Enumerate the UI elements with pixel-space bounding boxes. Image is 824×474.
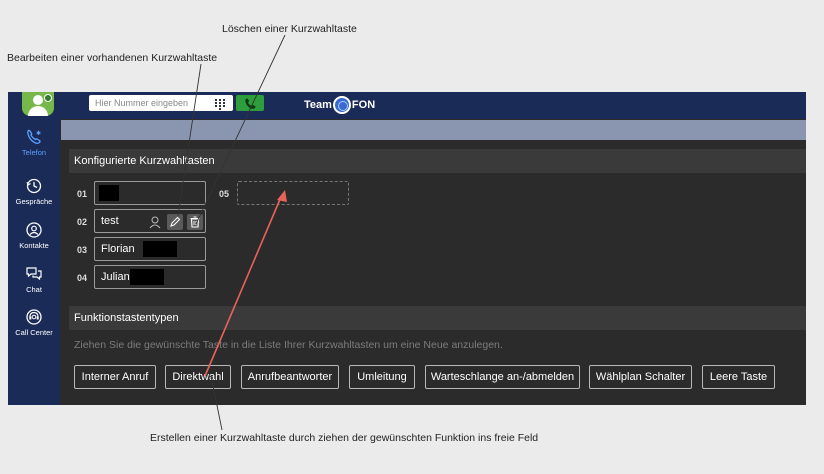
trash-icon[interactable] <box>187 214 203 230</box>
teamfon-app: Team FON ✱ Telefon Gespräche Kontakte <box>8 92 806 405</box>
globe-icon <box>332 96 351 114</box>
speed-dial-key-label: Julian <box>101 271 130 283</box>
function-button-direktwahl[interactable]: Direktwahl <box>165 365 231 389</box>
function-button-umleitung[interactable]: Umleitung <box>349 365 415 389</box>
contacts-icon <box>26 222 42 238</box>
function-button-warteschlange[interactable]: Warteschlange an-/abmelden <box>425 365 580 389</box>
slot-number: 01 <box>77 189 88 199</box>
speed-dial-key-03[interactable]: Florian <box>94 237 206 261</box>
speed-dial-key-label: test <box>101 215 119 227</box>
speed-dial-key-label: Florian <box>101 243 135 255</box>
header-strip <box>61 120 806 140</box>
sidebar-item-label: Telefon <box>21 148 47 157</box>
search-box <box>89 95 233 111</box>
sidebar-item-telefon[interactable]: ✱ Telefon <box>8 128 60 157</box>
function-types-hint: Ziehen Sie die gewünschte Taste in die L… <box>74 339 503 351</box>
slot-number: 02 <box>77 217 88 227</box>
function-button-waehlplan-schalter[interactable]: Wählplan Schalter <box>589 365 692 389</box>
annotation-delete: Löschen einer Kurzwahltaste <box>222 23 357 35</box>
edit-icon[interactable] <box>167 214 183 230</box>
function-types-header: Funktionstastentypen <box>69 306 806 330</box>
sidebar-item-label: Gespräche <box>15 197 53 206</box>
sidebar-item-label: Call Center <box>15 328 53 337</box>
user-avatar[interactable] <box>22 92 54 116</box>
phone-icon: ✱ <box>27 129 41 144</box>
speed-dial-key-04[interactable]: Julian <box>94 265 206 289</box>
sidebar-item-call-center[interactable]: Call Center <box>8 308 60 337</box>
sidebar-item-label: Kontakte <box>19 241 49 250</box>
svg-text:✱: ✱ <box>36 130 41 137</box>
redacted-label <box>99 185 119 201</box>
speed-dial-key-01[interactable] <box>94 181 206 205</box>
annotation-create: Erstellen einer Kurzwahltaste durch zieh… <box>150 432 539 444</box>
phone-icon <box>245 98 256 109</box>
search-input[interactable] <box>89 96 201 110</box>
chat-icon <box>26 267 42 281</box>
slot-number: 04 <box>77 273 88 283</box>
function-button-anrufbeantworter[interactable]: Anrufbeantworter <box>241 365 339 389</box>
dialpad-icon[interactable] <box>215 97 227 115</box>
redacted-label <box>130 269 164 285</box>
speed-dial-key-02[interactable]: test <box>94 209 206 233</box>
redacted-label <box>143 241 177 257</box>
sidebar-item-chat[interactable]: Chat <box>8 265 60 294</box>
function-button-leere-taste[interactable]: Leere Taste <box>702 365 775 389</box>
call-button[interactable] <box>236 95 264 111</box>
history-icon <box>26 178 42 194</box>
sidebar-item-kontakte[interactable]: Kontakte <box>8 221 60 250</box>
annotation-edit: Bearbeiten einer vorhandenen Kurzwahltas… <box>7 52 218 64</box>
slot-number: 05 <box>219 189 230 199</box>
function-button-interner-anruf[interactable]: Interner Anruf <box>74 365 156 389</box>
configured-keys-header: Konfigurierte Kurzwahltasten <box>69 149 806 173</box>
sidebar-item-gespraeche[interactable]: Gespräche <box>8 177 60 206</box>
status-badge <box>44 94 52 102</box>
user-icon <box>147 214 163 230</box>
top-bar: Team FON <box>8 92 806 119</box>
call-center-icon <box>26 309 42 325</box>
slot-number: 03 <box>77 245 88 255</box>
sidebar-item-label: Chat <box>26 285 42 294</box>
speed-dial-key-05-empty[interactable] <box>237 181 349 205</box>
teamfon-logo: Team FON <box>304 95 375 115</box>
sidebar <box>8 119 60 405</box>
